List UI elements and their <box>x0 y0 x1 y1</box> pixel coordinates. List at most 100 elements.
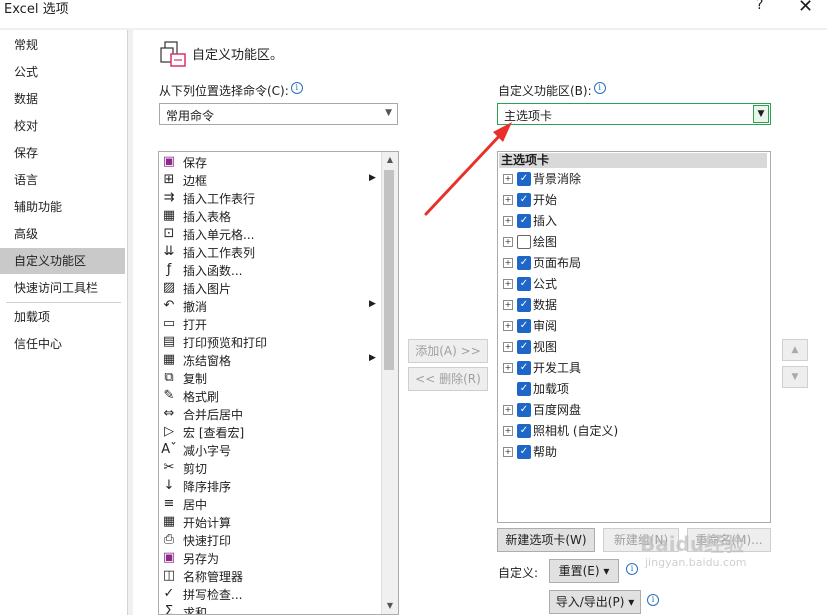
command-item[interactable]: ▦ 插入表格 <box>159 207 381 225</box>
command-item[interactable]: ⇉ 插入工作表行 <box>159 189 381 207</box>
add-button[interactable]: 添加(A) >> <box>408 339 488 363</box>
tab-checkbox[interactable]: ✓ <box>517 340 531 354</box>
expand-icon[interactable]: + <box>503 426 513 436</box>
calculator-icon: ▦ <box>162 514 176 529</box>
command-item[interactable]: ▭ 打开 <box>159 315 381 333</box>
tab-checkbox[interactable]: ✓ <box>517 361 531 375</box>
scroll-down-icon[interactable]: ▼ <box>382 598 398 614</box>
expand-icon[interactable]: + <box>503 447 513 457</box>
scroll-thumb[interactable] <box>384 170 394 370</box>
commands-list[interactable]: Σ 求和 ✓ 拼写检查... ◫ 名称管理器 ▣ 另存为 ⎙ 快速打印 ▦ 开始计算 ≡ 居中 ↓ 降序排序 ✂… <box>158 151 399 615</box>
expand-icon[interactable]: + <box>503 321 513 331</box>
tab-checkbox[interactable]: ✓ <box>517 256 531 270</box>
nav-item[interactable]: 校对 <box>0 113 125 139</box>
nav-item[interactable]: 加载项 <box>0 304 125 330</box>
command-item[interactable]: ≡ 居中 <box>159 495 381 513</box>
commands-scrollbar[interactable]: ▲ ▼ <box>381 152 398 614</box>
command-item[interactable]: ↓ 降序排序 <box>159 477 381 495</box>
command-item[interactable]: ✂ 剪切 <box>159 459 381 477</box>
command-item[interactable]: ◫ 名称管理器 <box>159 567 381 585</box>
function-icon: ƒ <box>166 262 172 277</box>
tab-label: 绘图 <box>533 235 558 249</box>
options-nav: 常规 公式 数据 校对 保存 语言 辅助功能 高级 自定义功能区 快速访问工具栏 加载项 信任中心 <box>0 30 128 615</box>
print-preview-icon: ▤ <box>162 334 176 349</box>
tab-checkbox[interactable]: ✓ <box>517 193 531 207</box>
nav-item[interactable]: 快速访问工具栏 <box>0 275 125 301</box>
tab-checkbox[interactable]: ✓ <box>517 382 531 396</box>
tab-checkbox[interactable]: ✓ <box>517 424 531 438</box>
tab-label: 加载项 <box>533 382 570 396</box>
nav-item[interactable]: 高级 <box>0 221 125 247</box>
command-item[interactable]: ▣ 保存 <box>159 153 381 171</box>
tab-label: 开发工具 <box>533 361 582 375</box>
command-item[interactable]: ▤ 打印预览和打印 <box>159 333 381 351</box>
tab-checkbox[interactable]: ✓ <box>517 403 531 417</box>
command-item[interactable]: ⊡ 插入单元格... <box>159 225 381 243</box>
commands-source-dropdown[interactable]: 常用命令 ▼ <box>159 103 398 125</box>
expand-icon[interactable]: + <box>503 405 513 415</box>
command-item[interactable]: ▷ 宏 [查看宏] <box>159 423 381 441</box>
command-label: 插入图片 <box>183 282 232 296</box>
expand-icon[interactable]: + <box>503 342 513 352</box>
command-label: 复制 <box>183 372 208 386</box>
tab-label: 开始 <box>533 193 558 207</box>
nav-item[interactable]: 自定义功能区 <box>0 248 125 274</box>
command-item[interactable]: ▦ 开始计算 <box>159 513 381 531</box>
command-item[interactable]: ✎ 格式刷 <box>159 387 381 405</box>
command-label: 插入工作表行 <box>183 192 256 206</box>
expand-icon[interactable]: + <box>503 258 513 268</box>
command-item[interactable]: ƒ 插入函数... <box>159 261 381 279</box>
ribbon-tabs-dropdown[interactable]: 主选项卡 ▼ <box>497 103 771 125</box>
expand-icon[interactable]: + <box>503 195 513 205</box>
nav-item[interactable]: 信任中心 <box>0 331 125 357</box>
expand-icon[interactable]: + <box>503 279 513 289</box>
command-item[interactable]: Σ 求和 <box>159 603 381 614</box>
command-item[interactable]: ✓ 拼写检查... <box>159 585 381 603</box>
tab-checkbox[interactable]: ✓ <box>517 214 531 228</box>
command-item[interactable]: ▣ 另存为 <box>159 549 381 567</box>
command-item[interactable]: ▨ 插入图片 <box>159 279 381 297</box>
expand-icon[interactable]: + <box>503 300 513 310</box>
command-item[interactable]: ⎙ 快速打印 <box>159 531 381 549</box>
command-item[interactable]: ⊞ 边框 ▶ <box>159 171 381 189</box>
move-up-button[interactable]: ▲ <box>782 339 808 361</box>
command-item[interactable]: ⧉ 复制 <box>159 369 381 387</box>
command-item[interactable]: ⇊ 插入工作表列 <box>159 243 381 261</box>
format-painter-icon: ✎ <box>163 388 175 403</box>
nav-separator <box>6 302 121 303</box>
expand-icon[interactable]: + <box>503 174 513 184</box>
command-item[interactable]: Aˇ 减小字号 <box>159 441 381 459</box>
command-item[interactable]: ⇔ 合并后居中 <box>159 405 381 423</box>
nav-item[interactable]: 数据 <box>0 86 125 112</box>
help-button[interactable]: ? <box>756 0 763 13</box>
nav-item[interactable]: 公式 <box>0 59 125 85</box>
reset-button[interactable]: 重置(E) ▾ <box>549 559 619 583</box>
tab-checkbox[interactable]: ✓ <box>517 319 531 333</box>
command-item[interactable]: ▦ 冻结窗格 ▶ <box>159 351 381 369</box>
new-tab-button[interactable]: 新建选项卡(W) <box>497 528 595 552</box>
command-item[interactable]: ↶ 撤消 ▶ <box>159 297 381 315</box>
tab-checkbox[interactable]: ✓ <box>517 172 531 186</box>
command-label: 减小字号 <box>183 444 232 458</box>
expand-icon[interactable]: + <box>503 237 513 247</box>
remove-button[interactable]: << 删除(R) <box>408 367 488 391</box>
chevron-down-icon[interactable]: ▼ <box>753 105 769 123</box>
customize-ribbon-icon <box>160 41 186 67</box>
ribbon-tree[interactable]: 主选项卡 +✓背景消除+✓开始+✓插入+✓绘图+✓页面布局+✓公式+✓数据+✓审… <box>497 151 771 523</box>
scroll-up-icon[interactable]: ▲ <box>382 152 398 168</box>
tab-checkbox[interactable]: ✓ <box>517 277 531 291</box>
tab-checkbox[interactable]: ✓ <box>517 298 531 312</box>
tab-checkbox[interactable]: ✓ <box>517 445 531 459</box>
close-button[interactable]: ✕ <box>798 0 813 17</box>
move-down-button[interactable]: ▼ <box>782 366 808 388</box>
nav-item[interactable]: 保存 <box>0 140 125 166</box>
nav-item[interactable]: 常规 <box>0 32 125 58</box>
nav-item[interactable]: 语言 <box>0 167 125 193</box>
expand-icon[interactable]: + <box>503 216 513 226</box>
command-label: 合并后居中 <box>183 408 244 422</box>
nav-item[interactable]: 辅助功能 <box>0 194 125 220</box>
tab-checkbox[interactable]: ✓ <box>517 235 531 249</box>
expand-icon[interactable]: + <box>503 363 513 373</box>
import-export-button[interactable]: 导入/导出(P) ▾ <box>549 590 641 614</box>
chevron-down-icon: ▼ <box>385 108 392 118</box>
